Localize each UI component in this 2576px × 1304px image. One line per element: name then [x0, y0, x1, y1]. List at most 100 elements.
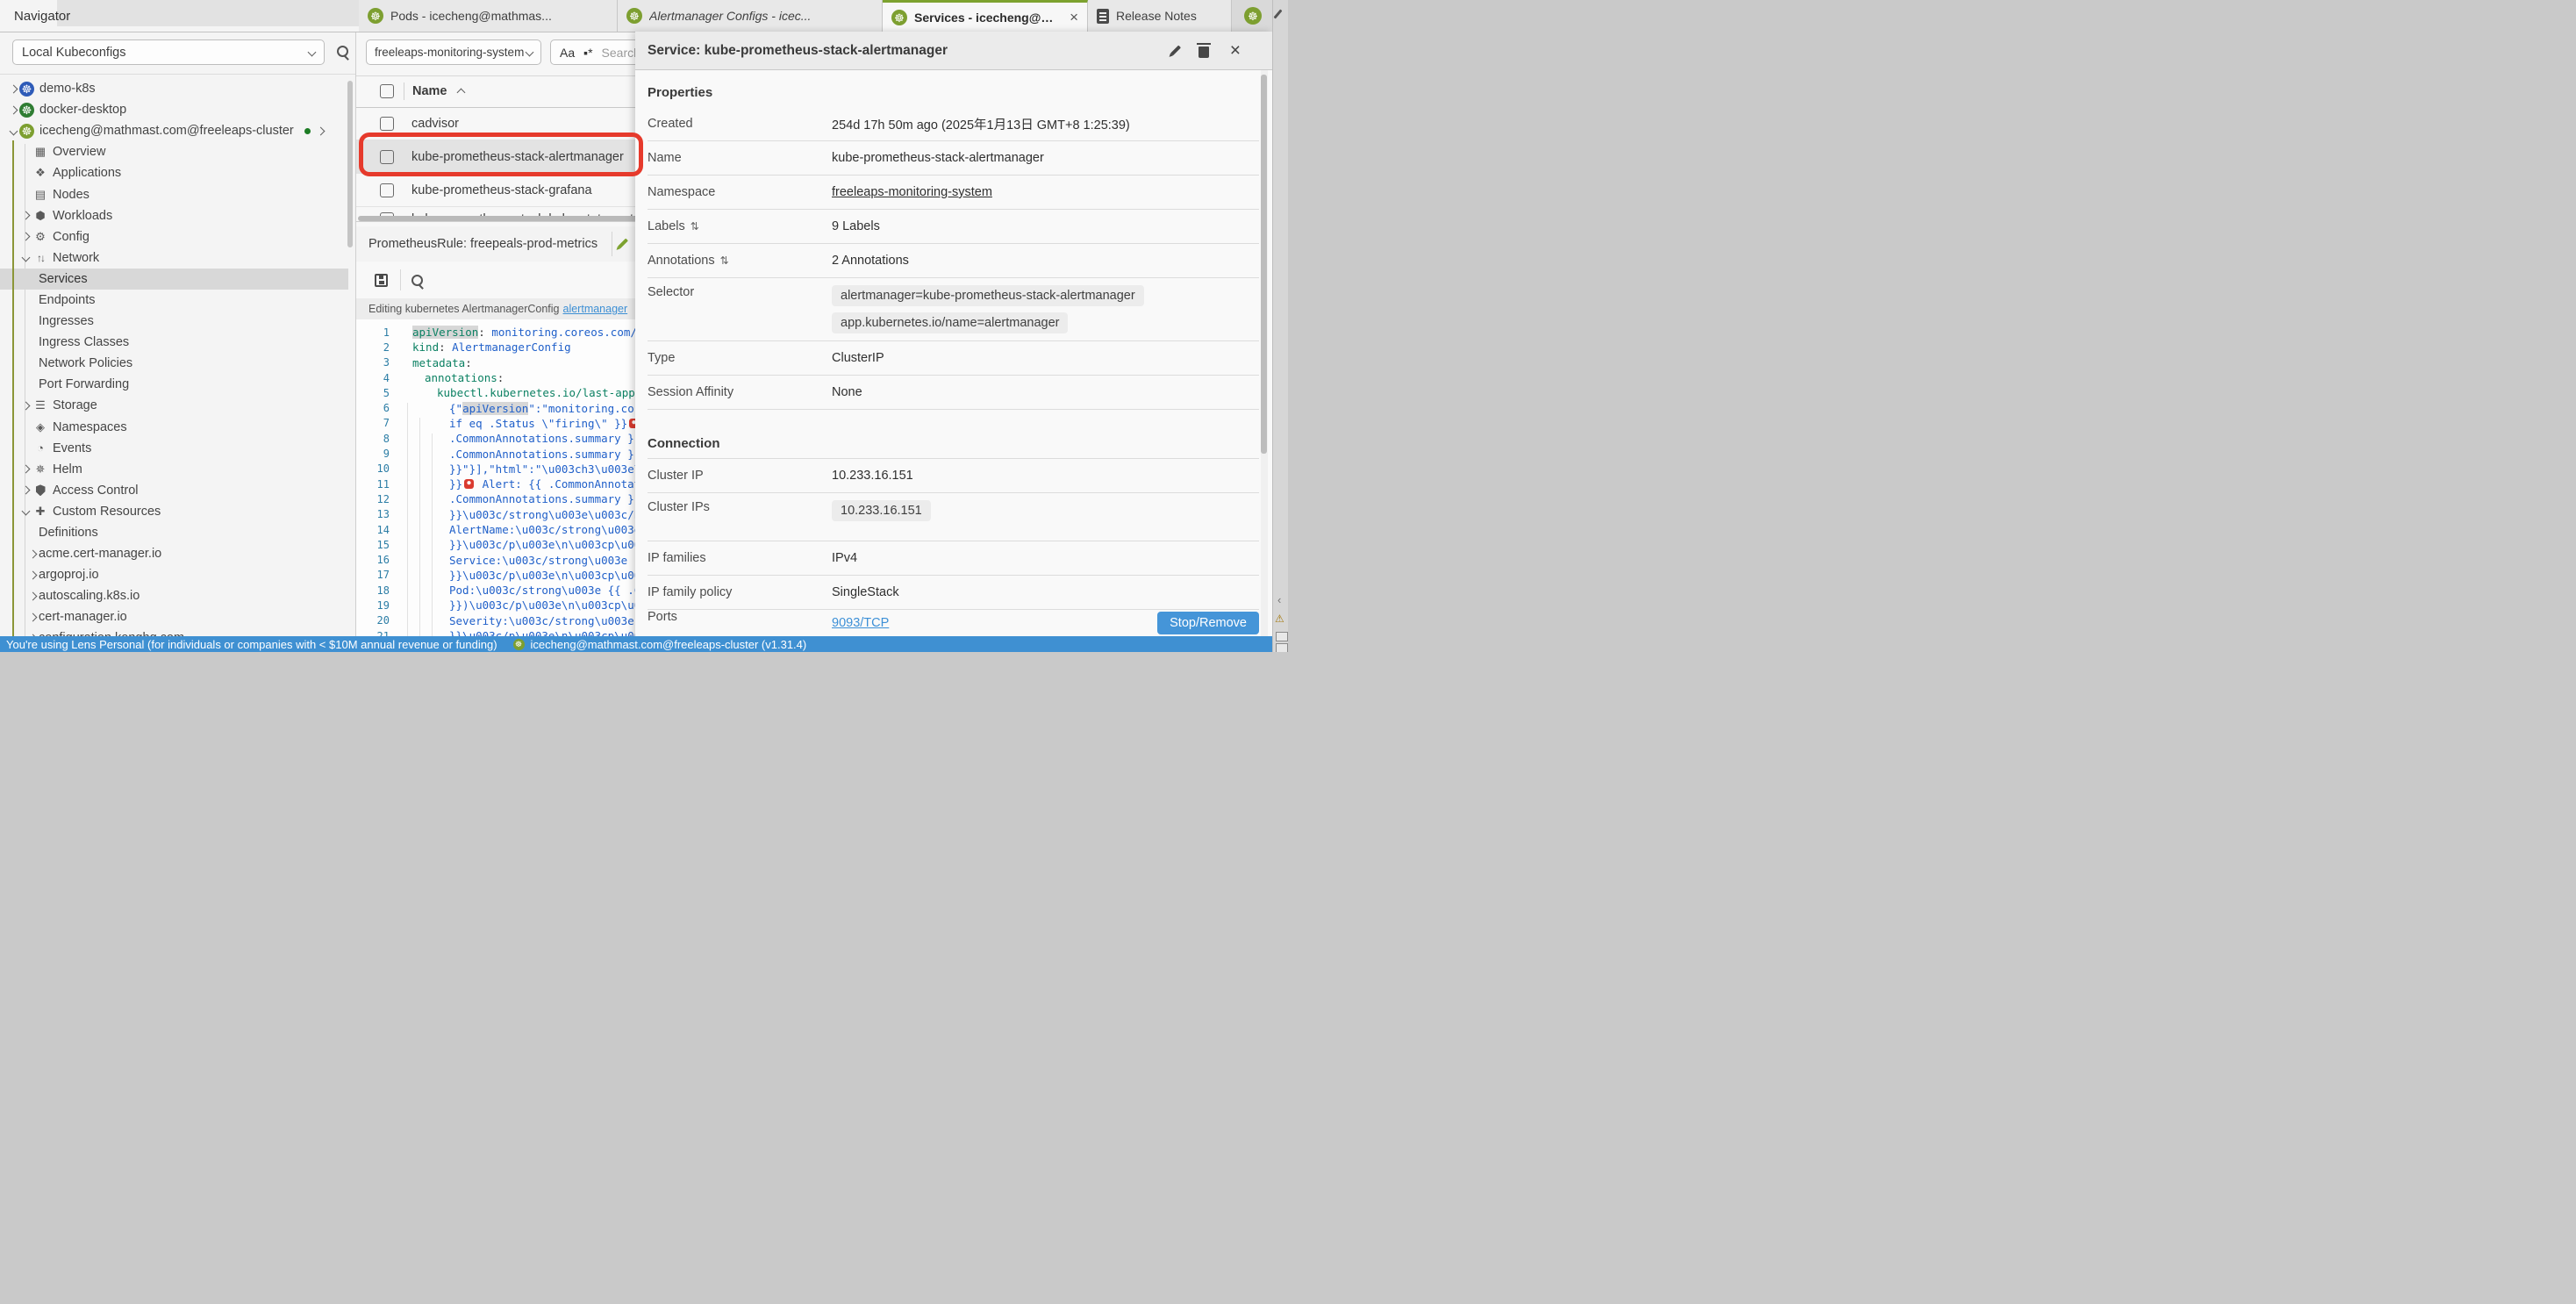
sidebar-item-config[interactable]: ⚙Config: [0, 226, 348, 247]
tree-toggle[interactable]: [7, 107, 19, 113]
sidebar-item-acme-cert-manager-io[interactable]: acme.cert-manager.io: [0, 543, 348, 564]
chevron-right-icon[interactable]: [28, 549, 37, 558]
sidebar-item-definitions[interactable]: Definitions: [0, 522, 348, 543]
port-link[interactable]: 9093/TCP: [832, 616, 889, 630]
close-icon[interactable]: ×: [1230, 41, 1241, 60]
sidebar-scrollbar[interactable]: [347, 81, 353, 247]
detail-value: 9 Labels: [832, 219, 880, 233]
panel-scrollbar[interactable]: [1261, 75, 1267, 454]
tree-toggle[interactable]: [19, 254, 32, 261]
chevron-right-icon[interactable]: [21, 465, 30, 474]
search-icon[interactable]: [337, 46, 348, 57]
edit-icon[interactable]: [1170, 45, 1181, 55]
chevron-right-icon[interactable]: [316, 126, 325, 135]
sidebar-item-helm[interactable]: ✵Helm: [0, 459, 348, 480]
sidebar-item-custom-resources[interactable]: ✚Custom Resources: [0, 501, 348, 522]
sidebar-item-network[interactable]: ↑↓Network: [0, 247, 348, 269]
tree-toggle[interactable]: [26, 593, 39, 599]
tree-toggle[interactable]: [19, 212, 32, 219]
sidebar-item-services[interactable]: Services: [0, 269, 348, 290]
sidebar-item-ingresses[interactable]: Ingresses: [0, 311, 348, 332]
tree-toggle[interactable]: [19, 466, 32, 472]
name-column-header[interactable]: Name: [412, 84, 447, 98]
sort-ascending-icon[interactable]: [456, 89, 465, 97]
select-all-checkbox[interactable]: [380, 84, 394, 98]
sidebar-item-argoproj-io[interactable]: argoproj.io: [0, 564, 348, 585]
section-title: Properties: [648, 85, 1272, 100]
chevron-right-icon[interactable]: [21, 402, 30, 411]
sidebar-item-events[interactable]: ◔Events: [0, 438, 348, 459]
tab-close-icon[interactable]: ×: [1070, 9, 1078, 26]
namespace-link[interactable]: freeleaps-monitoring-system: [832, 185, 992, 199]
chevron-down-icon[interactable]: [21, 507, 30, 516]
sidebar-item-port-forwarding[interactable]: Port Forwarding: [0, 374, 348, 395]
port-stop-remove-button[interactable]: Stop/Remove: [1157, 612, 1259, 634]
tree-toggle[interactable]: [7, 86, 19, 92]
chevron-right-icon[interactable]: [28, 570, 37, 579]
line-number: 3: [355, 356, 390, 369]
match-case-icon[interactable]: Aa: [560, 46, 575, 60]
tree-toggle[interactable]: [19, 233, 32, 240]
chevron-right-icon[interactable]: [21, 233, 30, 241]
active-cluster-status[interactable]: icecheng@mathmast.com@freeleaps-cluster …: [531, 638, 807, 651]
detail-label-text: Name: [648, 151, 682, 165]
chevron-right-icon[interactable]: [21, 211, 30, 220]
selector-chip: alertmanager=kube-prometheus-stack-alert…: [832, 285, 1144, 306]
editing-resource-link[interactable]: alertmanager: [563, 303, 628, 315]
tab-alertmanager-configs[interactable]: ☸Alertmanager Configs - icec...: [618, 0, 883, 32]
detail-value: 254d 17h 50m ago (2025年1月13日 GMT+8 1:25:…: [832, 115, 1130, 133]
line-number: 15: [355, 539, 390, 551]
tab-bar: Navigator ☸Pods - icecheng@mathmas...☸Al…: [0, 0, 1288, 32]
chevron-down-icon[interactable]: [9, 126, 18, 135]
tab-pods[interactable]: ☸Pods - icecheng@mathmas...: [359, 0, 618, 32]
save-icon[interactable]: [375, 274, 388, 287]
detail-label: Cluster IPs: [648, 500, 832, 514]
chevron-right-icon[interactable]: [28, 591, 37, 600]
tree-toggle[interactable]: [26, 614, 39, 620]
sidebar-item-access-control[interactable]: Access Control: [0, 480, 348, 501]
detail-label: Selector: [648, 285, 832, 299]
delete-icon[interactable]: [1199, 47, 1209, 58]
chevron-right-icon[interactable]: [9, 105, 18, 114]
sort-icon[interactable]: ⇅: [691, 220, 699, 233]
namespace-select-value: freeleaps-monitoring-system: [375, 46, 524, 59]
tree-toggle[interactable]: [7, 128, 19, 134]
sidebar-item-network-policies[interactable]: Network Policies: [0, 353, 348, 374]
sidebar-item-overview[interactable]: ▦Overview: [0, 141, 348, 162]
sidebar-item-docker-desktop[interactable]: ☸docker-desktop: [0, 99, 348, 120]
edit-icon[interactable]: [618, 238, 628, 248]
code-text: metadata:: [412, 356, 472, 369]
kubeconfig-select[interactable]: Local Kubeconfigs: [12, 39, 325, 65]
sidebar-item-autoscaling-k8s-io[interactable]: autoscaling.k8s.io: [0, 585, 348, 606]
chevron-right-icon[interactable]: [9, 84, 18, 93]
sidebar-item-ingress-classes[interactable]: Ingress Classes: [0, 332, 348, 353]
tab-services[interactable]: ☸Services - icecheng@math...×: [883, 0, 1088, 32]
sidebar-item-icecheng-mathmast-com-freeleaps-cluster[interactable]: ☸icecheng@mathmast.com@freeleaps-cluster: [0, 120, 348, 141]
tree-toggle[interactable]: [19, 508, 32, 514]
sidebar-item-storage[interactable]: ☰Storage: [0, 395, 348, 416]
sidebar-item-namespaces[interactable]: ◈Namespaces: [0, 417, 348, 438]
sidebar-item-nodes[interactable]: ▤Nodes: [0, 183, 348, 204]
sidebar-item-demo-k8s[interactable]: ☸demo-k8s: [0, 78, 348, 99]
namespace-select[interactable]: freeleaps-monitoring-system: [366, 39, 541, 65]
sidebar-item-applications[interactable]: ❖Applications: [0, 162, 348, 183]
chevron-right-icon[interactable]: [21, 486, 30, 495]
detail-row-namespace: Namespacefreeleaps-monitoring-system: [648, 176, 1259, 210]
find-icon[interactable]: [411, 275, 423, 286]
sidebar-item-workloads[interactable]: ⬢Workloads: [0, 205, 348, 226]
sidebar-item-cert-manager-io[interactable]: cert-manager.io: [0, 606, 348, 627]
document-tabs: ☸Pods - icecheng@mathmas...☸Alertmanager…: [359, 0, 1232, 32]
tree-toggle[interactable]: [26, 551, 39, 557]
sort-icon[interactable]: ⇅: [720, 254, 729, 267]
tree-toggle[interactable]: [26, 572, 39, 578]
row-checkbox[interactable]: [380, 117, 394, 131]
tree-toggle[interactable]: [19, 403, 32, 409]
sidebar-item-endpoints[interactable]: Endpoints: [0, 290, 348, 311]
row-checkbox[interactable]: [380, 183, 394, 197]
tab-release-notes[interactable]: Release Notes: [1088, 0, 1232, 32]
tree-toggle[interactable]: [19, 487, 32, 493]
chevron-down-icon[interactable]: [21, 254, 30, 262]
detail-row-cluster-ip: Cluster IP10.233.16.151: [648, 458, 1259, 493]
chevron-right-icon[interactable]: [28, 613, 37, 621]
regex-icon[interactable]: ▪*: [583, 46, 592, 60]
